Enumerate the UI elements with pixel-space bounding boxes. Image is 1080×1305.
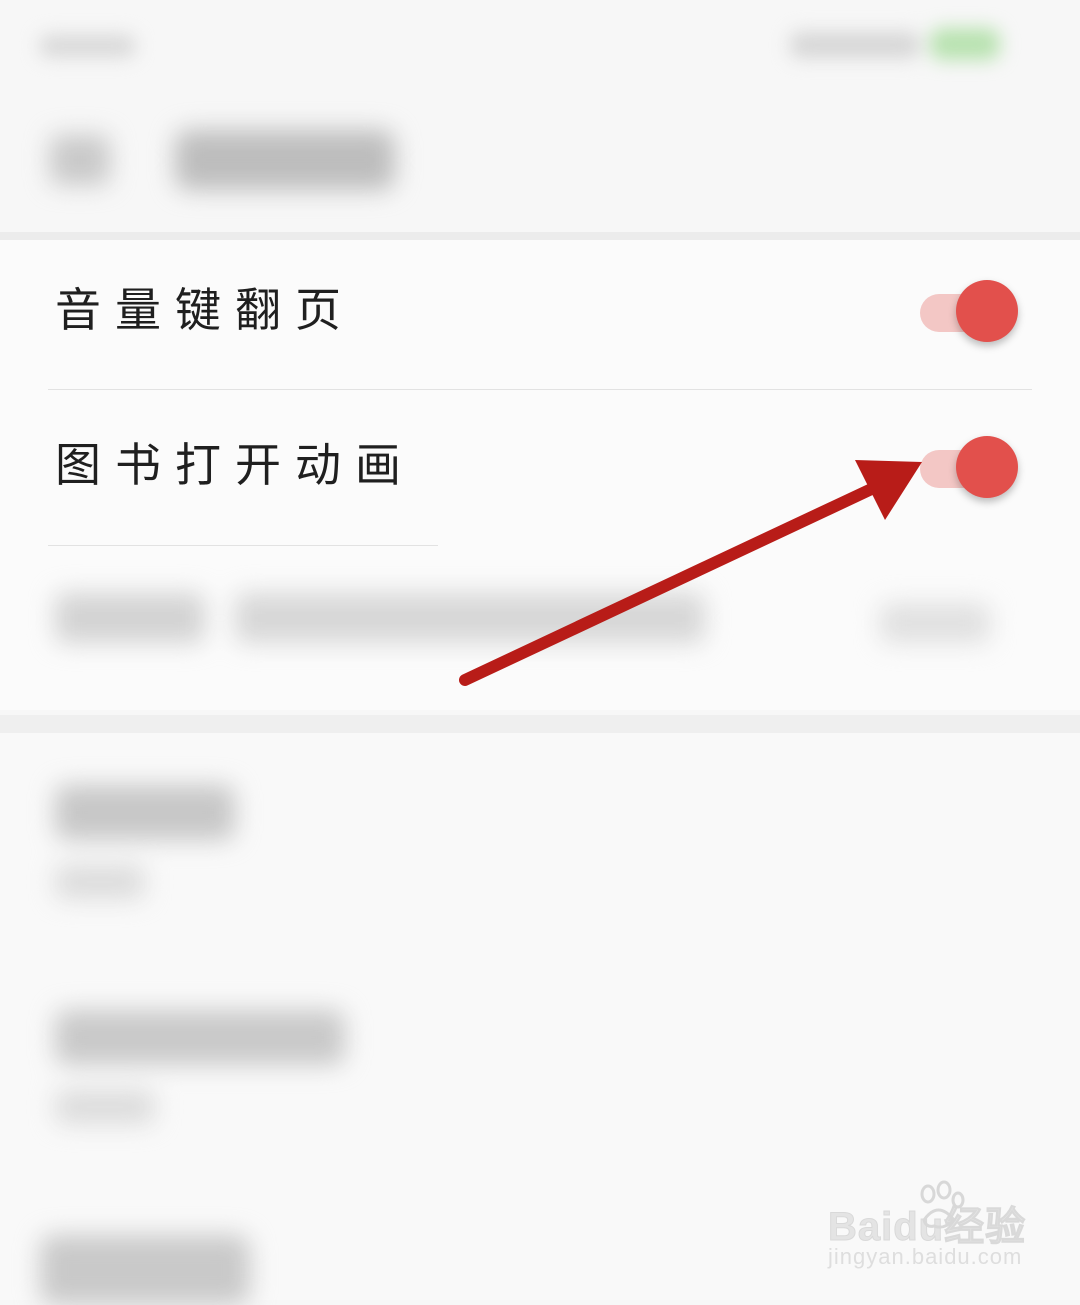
blurred-setting-title[interactable] bbox=[55, 785, 235, 840]
section-divider bbox=[0, 715, 1080, 733]
blurred-label bbox=[55, 593, 205, 643]
blurred-value bbox=[880, 603, 990, 643]
setting-row-book-open-animation[interactable]: 图书打开动画 bbox=[0, 390, 1080, 540]
status-icons-blurred bbox=[790, 32, 920, 58]
setting-label-volume-key-page-turn: 音量键翻页 bbox=[55, 283, 355, 337]
setting-row-blurred[interactable] bbox=[0, 548, 1080, 698]
setting-label-book-open-animation: 图书打开动画 bbox=[55, 438, 415, 492]
book-open-animation-toggle[interactable] bbox=[920, 433, 1018, 503]
page-header bbox=[0, 90, 1080, 240]
blurred-setting-subtitle bbox=[55, 1090, 155, 1124]
volume-key-page-turn-toggle[interactable] bbox=[920, 277, 1018, 347]
status-bar bbox=[0, 0, 1080, 90]
battery-icon bbox=[930, 28, 1000, 60]
blurred-setting-title[interactable] bbox=[40, 1235, 250, 1305]
page-title-blurred bbox=[175, 130, 395, 190]
row-divider bbox=[48, 545, 438, 546]
baidu-jingyan-watermark: Baidu经验 jingyan.baidu.com bbox=[827, 1180, 1028, 1280]
watermark-url: jingyan.baidu.com bbox=[828, 1244, 1023, 1269]
status-time-blurred bbox=[40, 35, 135, 57]
setting-row-volume-key-page-turn[interactable]: 音量键翻页 bbox=[0, 240, 1080, 390]
back-icon[interactable] bbox=[50, 135, 110, 185]
baidu-paw-icon bbox=[920, 1180, 965, 1229]
toggle-knob bbox=[956, 436, 1018, 498]
toggle-knob bbox=[956, 280, 1018, 342]
blurred-description bbox=[235, 593, 705, 643]
blurred-setting-title[interactable] bbox=[55, 1010, 345, 1065]
blurred-setting-subtitle bbox=[55, 865, 145, 899]
